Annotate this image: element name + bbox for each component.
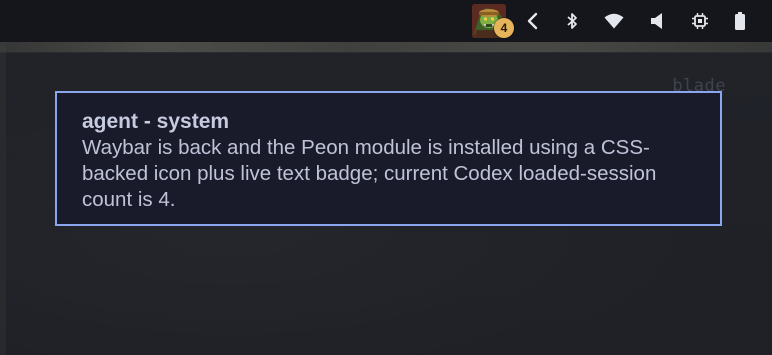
desktop-screen: blade 4 agent - system Waybar is back an… <box>0 0 772 355</box>
notification-body: Waybar is back and the Peon module is in… <box>82 136 657 211</box>
tray-expand-button[interactable] <box>522 0 544 42</box>
peon-module[interactable]: 4 <box>472 2 514 40</box>
wifi-icon <box>604 13 624 29</box>
battery-module[interactable] <box>728 0 752 42</box>
notification-summary: agent - system <box>82 110 230 133</box>
battery-icon <box>735 12 745 30</box>
speaker-icon <box>650 13 664 29</box>
notification-popup[interactable]: agent - system Waybar is back and the Pe… <box>55 91 722 226</box>
volume-module[interactable] <box>645 0 669 42</box>
chevron-left-icon <box>526 12 540 30</box>
cpu-chip-icon <box>692 13 708 29</box>
wallpaper-strip <box>0 42 772 52</box>
peon-count-badge: 4 <box>494 18 514 38</box>
cpu-module[interactable] <box>688 0 712 42</box>
wifi-module[interactable] <box>600 0 628 42</box>
bluetooth-module[interactable] <box>560 0 584 42</box>
bluetooth-icon <box>566 12 578 30</box>
waybar: 4 <box>0 0 772 42</box>
